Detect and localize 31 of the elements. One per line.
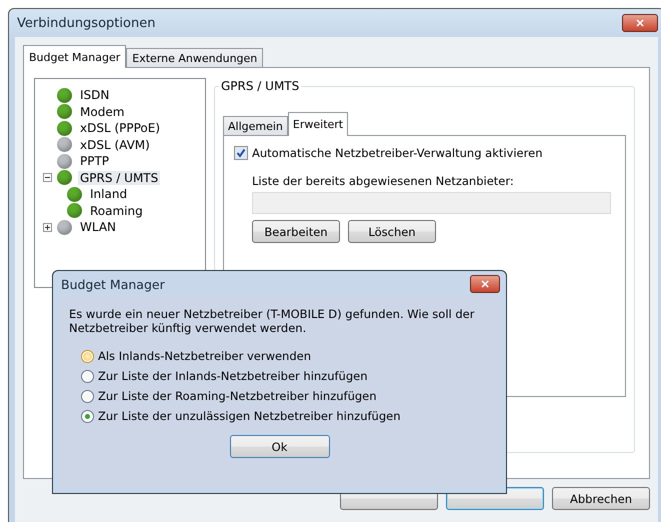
tree-item[interactable]: ISDN [78,88,112,102]
tab[interactable]: Budget Manager [23,45,126,68]
radio-label: Zur Liste der Roaming-Netzbetreiber hinzufügen [98,389,377,403]
list-label: Liste der bereits abgewiesenen Netzanbieter: [252,174,515,188]
tree-item[interactable]: Modem [78,104,126,119]
checkbox-label: Automatische Netzbetreiber-Verwaltung aktivieren [252,146,542,160]
radio-label: Zur Liste der unzulässigen Netzbetreiber hinzufügen [98,409,400,423]
ok-button[interactable]: Ok [230,435,330,458]
tree-item[interactable]: Inland [88,187,130,202]
tree-item[interactable]: xDSL (AVM) [78,138,152,152]
list-field[interactable] [252,192,611,214]
action-button[interactable]: Löschen [348,220,436,243]
tab[interactable]: Erweitert [288,112,348,136]
tree-item[interactable]: xDSL (PPPoE) [78,121,162,136]
dialog-title: Budget Manager [61,276,165,292]
tab[interactable]: Allgemein [223,116,288,135]
radio-label: Als Inlands-Netzbetreiber verwenden [98,349,312,363]
action-button[interactable]: Bearbeiten [252,220,340,243]
tree-item[interactable]: GPRS / UMTS [78,170,160,185]
collapse-icon[interactable] [43,173,52,182]
tab[interactable]: Externe Anwendungen [126,48,264,67]
checkbox[interactable] [234,146,248,160]
tree-item[interactable]: WLAN [78,220,118,234]
window-title: Verbindungsoptionen [17,16,156,30]
cancel-button[interactable]: Abbrechen [552,487,650,510]
tree-item[interactable]: Roaming [88,204,145,218]
group-title: GPRS / UMTS [219,79,302,93]
expand-icon[interactable] [43,222,52,232]
message-text: Es wurde ein neuer Netzbetreiber (T-MOBILE D) gefunden. Wie soll der Netzbetreiber künftig verwendet werden. [69,307,476,335]
radio-label: Zur Liste der Inlands-Netzbetreiber hinzufügen [98,369,368,383]
tree-item[interactable]: PPTP [78,154,112,168]
